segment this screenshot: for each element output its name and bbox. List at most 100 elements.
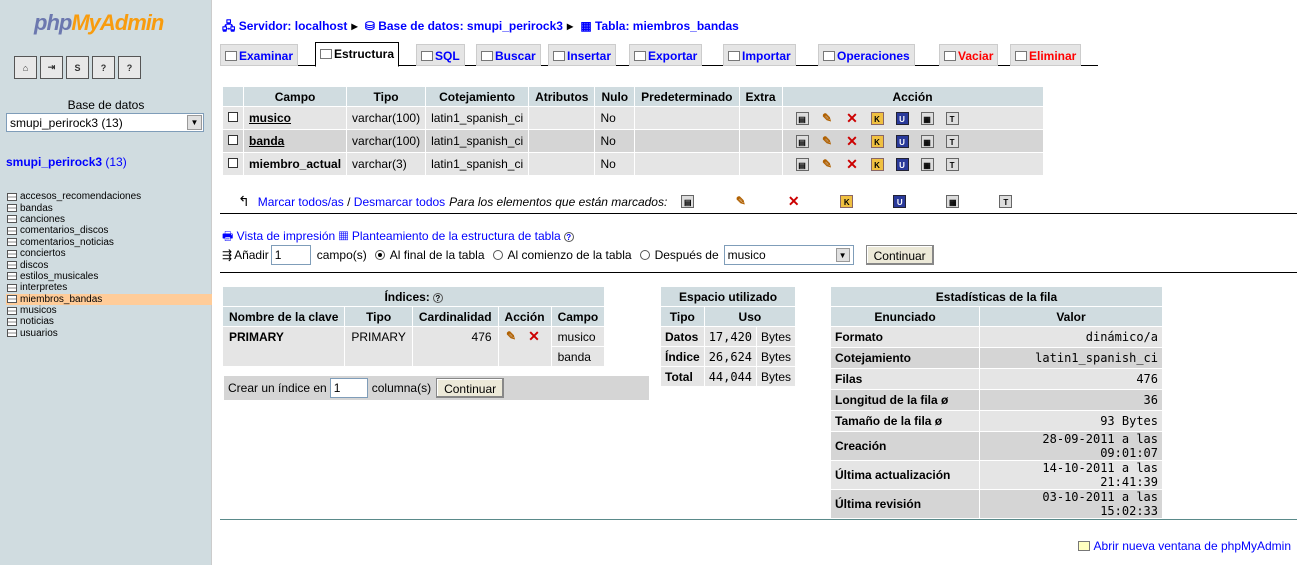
tab-importar[interactable]: Importar <box>723 44 796 66</box>
edit-index-icon[interactable]: ✎ <box>505 330 518 343</box>
table-icon[interactable] <box>7 261 17 270</box>
browse-icon[interactable]: ▤ <box>795 157 809 171</box>
sidebar-table-item[interactable]: miembros_bandas <box>6 293 212 305</box>
unique-icon[interactable]: U <box>893 195 907 208</box>
table-icon[interactable] <box>7 295 17 304</box>
unique-icon[interactable]: U <box>895 134 909 148</box>
sql-docs-icon[interactable]: ? <box>118 56 141 79</box>
delete-icon[interactable]: ✕ <box>787 194 800 208</box>
table-icon[interactable] <box>7 329 17 338</box>
edit-icon[interactable]: ✎ <box>821 134 834 148</box>
primary-key-icon[interactable]: K <box>870 111 884 125</box>
sidebar-table-item[interactable]: accesos_recomendaciones <box>6 191 212 202</box>
field-name[interactable]: banda <box>249 134 284 148</box>
tab-operaciones[interactable]: Operaciones <box>818 44 915 66</box>
index-icon[interactable]: ▦ <box>920 134 934 148</box>
tab-vaciar[interactable]: Vaciar <box>939 44 999 66</box>
sidebar-table-item[interactable]: noticias <box>6 316 212 327</box>
row-checkbox[interactable] <box>228 135 238 145</box>
database-select[interactable]: smupi_perirock3 (13) ▼ <box>6 113 204 132</box>
phpmyadmin-logo[interactable]: phpMyAdmin <box>34 10 164 36</box>
after-field-select[interactable]: musico ▼ <box>723 245 854 265</box>
table-icon[interactable] <box>7 238 17 247</box>
tab-sql[interactable]: SQL <box>416 44 465 66</box>
breadcrumb-server[interactable]: Servidor: localhost <box>239 19 348 33</box>
fulltext-icon[interactable]: T <box>945 111 959 125</box>
add-fields-count-input[interactable]: 1 <box>270 245 311 265</box>
sidebar-table-item[interactable]: canciones <box>6 214 212 225</box>
primary-key-icon[interactable]: K <box>840 195 854 208</box>
breadcrumb-table[interactable]: Tabla: miembros_bandas <box>595 19 739 33</box>
tab-eliminar[interactable]: Eliminar <box>1010 44 1082 66</box>
sidebar-table-item[interactable]: interpretes <box>6 282 212 293</box>
fulltext-icon[interactable]: T <box>945 157 959 171</box>
unique-icon[interactable]: U <box>895 111 909 125</box>
tab-buscar[interactable]: Buscar <box>476 44 541 66</box>
delete-icon[interactable]: ✕ <box>846 134 859 148</box>
tab-exportar[interactable]: Exportar <box>629 44 703 66</box>
add-field-continue-button[interactable]: Continuar <box>865 245 934 265</box>
row-checkbox[interactable] <box>228 158 238 168</box>
tab-examinar[interactable]: Examinar <box>220 44 299 66</box>
exit-icon[interactable]: ⇥ <box>40 56 63 79</box>
browse-icon[interactable]: ▤ <box>681 195 695 208</box>
dropdown-arrow-icon[interactable]: ▼ <box>835 248 850 262</box>
primary-key-icon[interactable]: K <box>870 134 884 148</box>
sidebar-table-item[interactable]: discos <box>6 259 212 271</box>
new-window-link[interactable]: Abrir nueva ventana de phpMyAdmin <box>1077 539 1291 553</box>
edit-icon[interactable]: ✎ <box>821 111 834 125</box>
table-icon[interactable] <box>7 283 17 292</box>
table-icon[interactable] <box>7 215 17 224</box>
documentation-icon[interactable]: ? <box>92 56 115 79</box>
table-icon[interactable] <box>7 192 17 201</box>
edit-icon[interactable]: ✎ <box>821 157 834 171</box>
field-name[interactable]: musico <box>249 111 291 125</box>
create-index-columns-input[interactable]: 1 <box>329 378 368 398</box>
drop-index-icon[interactable]: ✕ <box>528 329 541 343</box>
index-icon[interactable]: ▦ <box>946 195 960 208</box>
sidebar-table-item[interactable]: conciertos <box>6 248 212 259</box>
breadcrumb-database[interactable]: Base de datos: smupi_perirock3 <box>378 19 563 33</box>
space-value: 17,420 <box>704 327 757 346</box>
radio-after-field[interactable] <box>639 250 650 260</box>
fulltext-icon[interactable]: T <box>999 195 1013 208</box>
database-title-link[interactable]: smupi_perirock3 (13) <box>6 155 127 169</box>
delete-icon[interactable]: ✕ <box>846 157 859 171</box>
tab-estructura[interactable]: Estructura <box>315 42 400 67</box>
table-icon[interactable] <box>7 306 17 315</box>
index-icon[interactable]: ▦ <box>920 111 934 125</box>
sidebar-table-item[interactable]: comentarios_discos <box>6 225 212 236</box>
radio-end-of-table[interactable] <box>374 250 385 260</box>
home-icon[interactable]: ⌂ <box>14 56 37 79</box>
sidebar-table-item[interactable]: usuarios <box>6 328 212 339</box>
row-checkbox[interactable] <box>228 112 238 122</box>
table-icon[interactable] <box>7 204 17 213</box>
delete-icon[interactable]: ✕ <box>846 111 859 125</box>
browse-icon[interactable]: ▤ <box>795 134 809 148</box>
propose-structure-link[interactable]: Planteamiento de la estructura de tabla <box>352 229 561 243</box>
help-icon[interactable]: ? <box>563 232 574 242</box>
browse-icon[interactable]: ▤ <box>795 111 809 125</box>
index-icon[interactable]: ▦ <box>920 157 934 171</box>
sidebar-table-item[interactable]: musicos <box>6 305 212 316</box>
table-icon[interactable] <box>7 272 17 281</box>
tab-insertar[interactable]: Insertar <box>548 44 617 66</box>
dropdown-arrow-icon[interactable]: ▼ <box>187 115 202 130</box>
mark-all-link[interactable]: Marcar todos/as <box>258 195 344 209</box>
fulltext-icon[interactable]: T <box>945 134 959 148</box>
primary-key-icon[interactable]: K <box>870 157 884 171</box>
sidebar-table-item[interactable]: comentarios_noticias <box>6 237 212 248</box>
table-icon[interactable] <box>7 249 17 258</box>
radio-beginning-of-table[interactable] <box>492 250 503 260</box>
help-icon[interactable]: ? <box>432 292 443 303</box>
create-index-continue-button[interactable]: Continuar <box>436 378 505 398</box>
sidebar-table-item[interactable]: estilos_musicales <box>6 271 212 282</box>
print-view-link[interactable]: Vista de impresión <box>237 229 336 243</box>
sidebar-table-item[interactable]: bandas <box>6 202 212 214</box>
table-icon[interactable] <box>7 226 17 235</box>
edit-icon[interactable]: ✎ <box>734 195 747 208</box>
unmark-all-link[interactable]: Desmarcar todos <box>354 195 445 209</box>
table-icon[interactable] <box>7 317 17 326</box>
sql-query-icon[interactable]: S <box>66 56 89 79</box>
unique-icon[interactable]: U <box>895 157 909 171</box>
